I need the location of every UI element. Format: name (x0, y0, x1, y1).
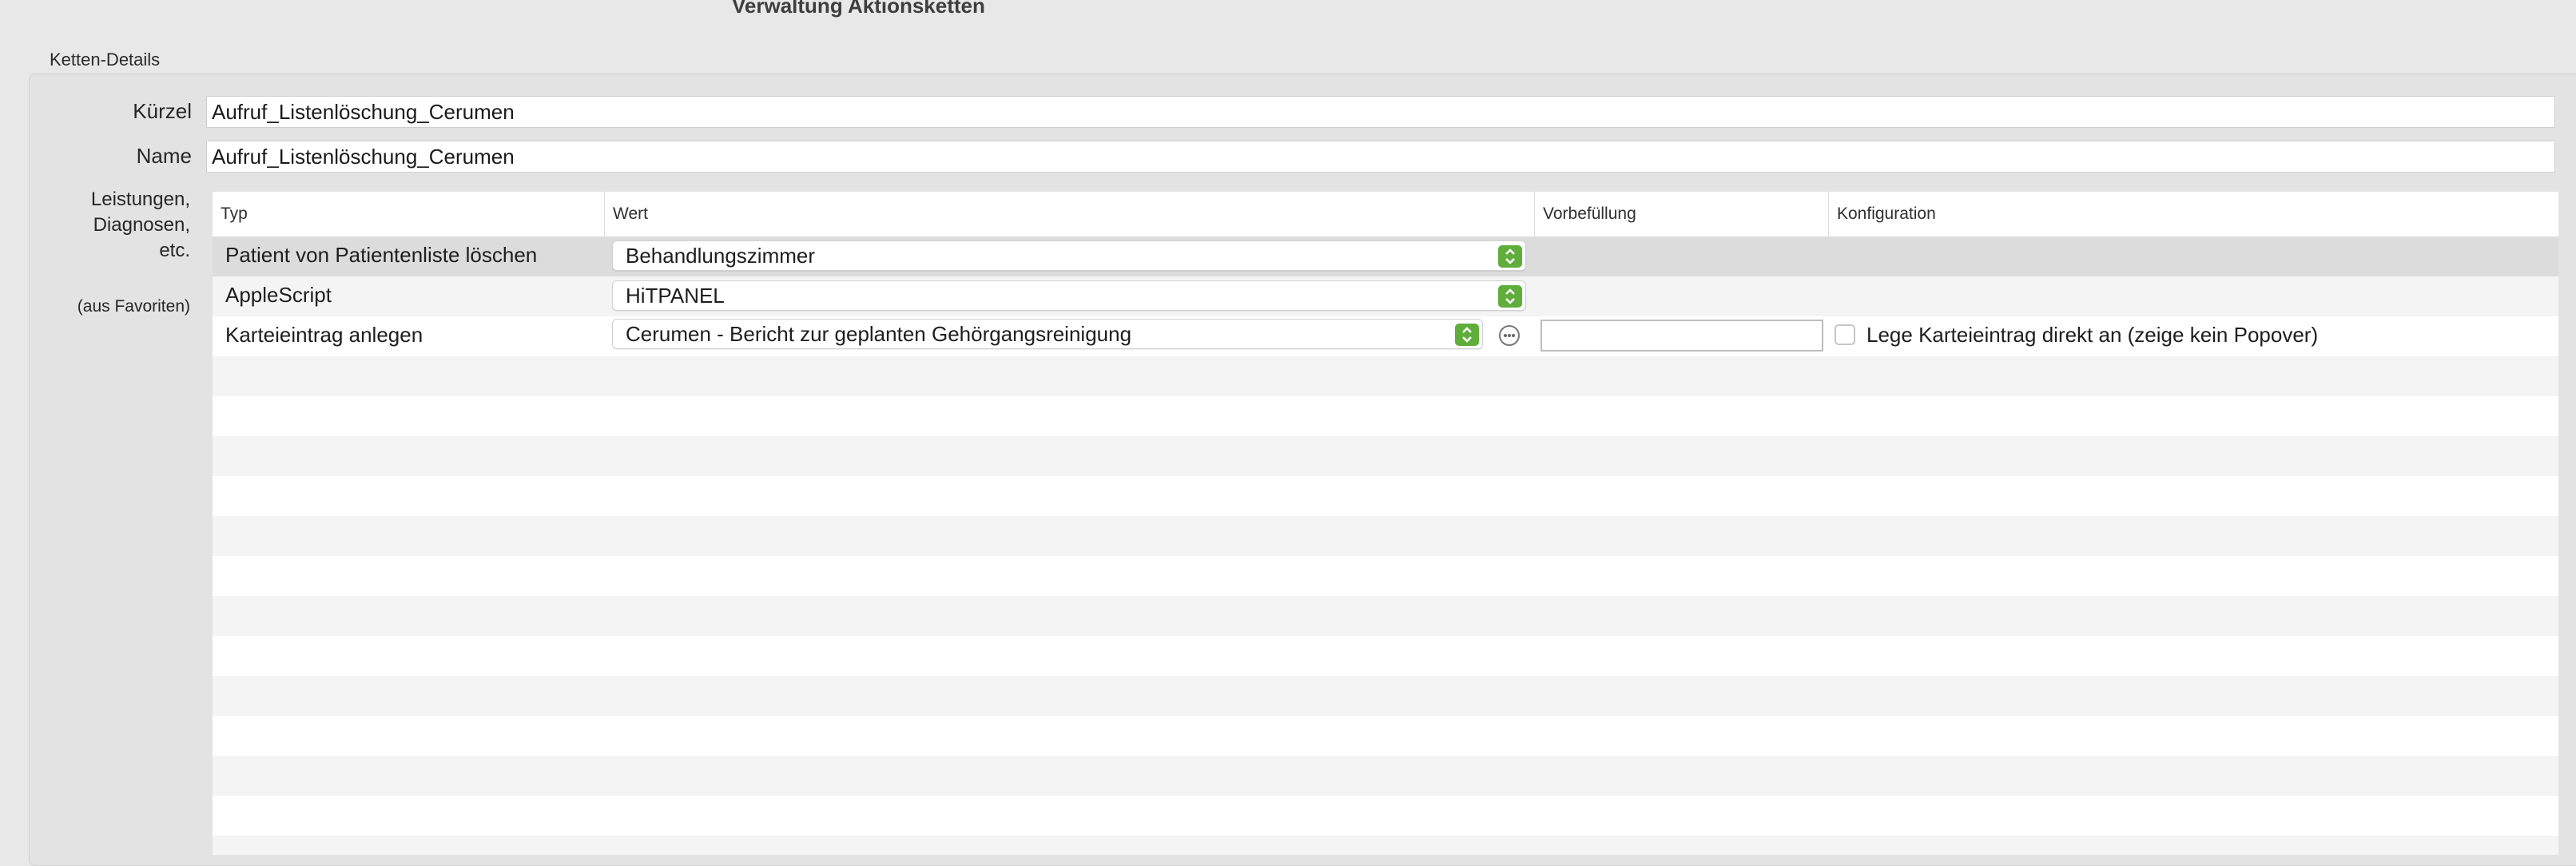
wert-popup-value: HiTPANEL (626, 284, 725, 308)
empty-row (213, 756, 2558, 796)
column-header-typ[interactable]: Typ (213, 192, 604, 236)
table-row[interactable]: AppleScript HiTPANEL (213, 276, 2558, 316)
column-header-konfiguration[interactable]: Konfiguration (1828, 192, 2558, 236)
group-title: Ketten-Details (50, 50, 161, 70)
row-typ: AppleScript (225, 283, 332, 307)
empty-row (213, 436, 2558, 476)
chevron-up-down-icon (1498, 285, 1522, 308)
empty-row (213, 676, 2558, 716)
direct-entry-checkbox[interactable] (1835, 324, 1855, 345)
table-header: Typ Wert Vorbefüllung Konfiguration (213, 192, 2558, 236)
kuerzel-field[interactable]: Aufruf_Listenlöschung_Cerumen (206, 96, 2555, 128)
empty-row (213, 636, 2558, 676)
name-label: Name (136, 144, 192, 168)
vorbefuellung-field[interactable] (1540, 320, 1823, 352)
table-row[interactable]: Karteieintrag anlegen Cerumen - Bericht … (213, 316, 2558, 356)
column-header-vorbefuellung[interactable]: Vorbefüllung (1534, 192, 1828, 236)
favorites-note: (aus Favoriten) (77, 297, 190, 316)
table-row[interactable]: Patient von Patientenliste löschen Behan… (213, 236, 2558, 276)
items-label-line1: Leistungen, (90, 189, 190, 210)
direct-entry-label: Lege Karteieintrag direkt an (zeige kein… (1866, 323, 2319, 347)
wert-popup[interactable]: Behandlungszimmer (612, 240, 1526, 271)
kuerzel-label: Kürzel (133, 99, 192, 123)
wert-popup[interactable]: HiTPANEL (612, 280, 1526, 311)
ellipsis-circle-icon[interactable] (1499, 325, 1520, 346)
column-header-wert[interactable]: Wert (604, 192, 1534, 236)
empty-row (213, 356, 2558, 396)
chevron-up-down-icon (1455, 324, 1479, 346)
empty-row (213, 796, 2558, 836)
name-field[interactable]: Aufruf_Listenlöschung_Cerumen (206, 141, 2555, 173)
empty-row (213, 716, 2558, 756)
chevron-up-down-icon (1498, 245, 1522, 268)
wert-popup-value: Behandlungszimmer (626, 244, 816, 268)
wert-popup[interactable]: Cerumen - Bericht zur geplanten Gehörgan… (612, 319, 1483, 349)
empty-row (213, 556, 2558, 596)
empty-row (213, 596, 2558, 636)
wert-popup-value: Cerumen - Bericht zur geplanten Gehörgan… (626, 322, 1132, 346)
row-typ: Patient von Patientenliste löschen (225, 243, 538, 267)
items-label-line2: Diagnosen, (93, 214, 190, 236)
items-label-line3: etc. (159, 240, 190, 261)
actions-table: Typ Wert Vorbefüllung Konfiguration Pati… (213, 192, 2558, 855)
empty-row (213, 516, 2558, 556)
window-title: Verwaltung Aktionsketten (732, 0, 985, 18)
empty-row (213, 396, 2558, 436)
row-typ: Karteieintrag anlegen (225, 323, 423, 347)
empty-row (213, 476, 2558, 516)
empty-row (213, 836, 2558, 855)
